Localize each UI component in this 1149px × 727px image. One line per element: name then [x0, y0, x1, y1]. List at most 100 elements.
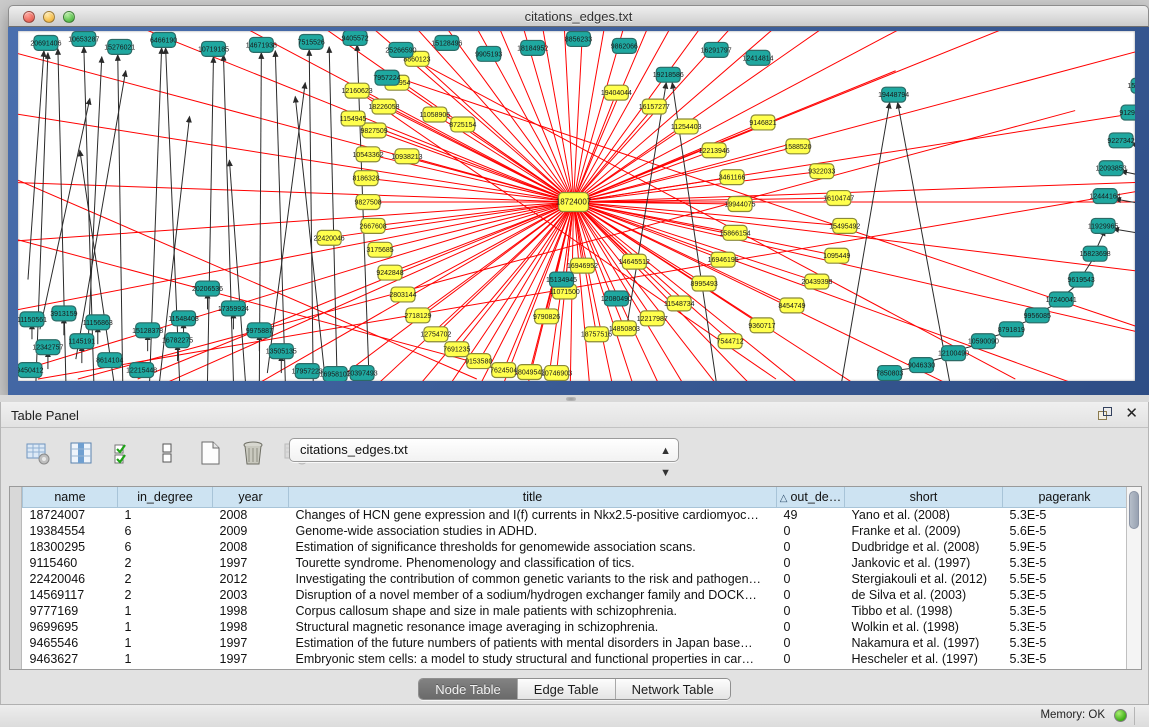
graph-node[interactable]: 9146821	[749, 115, 776, 130]
graph-node[interactable]: 11548408	[168, 311, 199, 326]
graph-node[interactable]: 1588520	[784, 139, 811, 154]
graph-node[interactable]: 12414814	[742, 50, 773, 65]
graph-node[interactable]: 15823698	[1080, 246, 1111, 261]
graph-node[interactable]: 7957224	[373, 70, 400, 85]
graph-node[interactable]: 8791819	[998, 322, 1025, 337]
splitter-grip-icon[interactable]	[566, 397, 576, 401]
column-header-in-degree[interactable]: in_degree	[118, 487, 213, 507]
graph-node[interactable]: 8856233	[565, 31, 592, 46]
graph-node[interactable]: 11058906	[420, 107, 451, 122]
graph-node[interactable]: 1145191	[68, 334, 95, 349]
graph-node[interactable]: 17957223	[292, 364, 323, 379]
column-header-title[interactable]: title	[289, 487, 777, 507]
graph-node[interactable]: 11156863	[83, 315, 113, 330]
table-row[interactable]: 946362711997Embryonic stem cells: a mode…	[23, 651, 1127, 667]
table-row[interactable]: 969969511998Structural magnetic resonanc…	[23, 619, 1127, 635]
graph-node[interactable]: 13505135	[266, 344, 297, 359]
graph-node[interactable]: 18724007	[556, 193, 592, 212]
graph-node[interactable]: 19404044	[601, 85, 632, 100]
graph-node[interactable]: 9129966	[1119, 105, 1135, 120]
graph-node[interactable]: 20691406	[30, 35, 61, 50]
tab-network-table[interactable]: Network Table	[615, 679, 730, 699]
graph-node[interactable]: 16157277	[639, 99, 670, 114]
graph-node[interactable]: 7850803	[876, 366, 903, 381]
graph-node[interactable]: 9360717	[748, 318, 775, 333]
table-settings-icon[interactable]	[23, 438, 53, 468]
column-header-year[interactable]: year	[213, 487, 289, 507]
graph-node[interactable]: 16104747	[823, 191, 854, 206]
graph-node[interactable]: 3461166	[719, 170, 746, 185]
graph-node[interactable]: 15128378	[132, 323, 163, 338]
graph-node[interactable]: 12213946	[699, 143, 730, 158]
graph-node[interactable]: 16946195	[708, 252, 739, 267]
graph-node[interactable]: 10590090	[968, 334, 999, 349]
memory-ok-indicator[interactable]	[1114, 709, 1127, 722]
graph-node[interactable]: 19448794	[878, 87, 909, 102]
graph-node[interactable]: 17240041	[1046, 292, 1077, 307]
graph-node[interactable]: 12444164	[1090, 189, 1121, 204]
table-row[interactable]: 1456911722003Disruption of a novel membe…	[23, 587, 1127, 603]
network-canvas[interactable]: 8860123891295418226058982750910543362818…	[18, 31, 1135, 381]
graph-node[interactable]: 9405572	[342, 31, 369, 45]
graph-node[interactable]: 16946952	[567, 258, 598, 273]
graph-node[interactable]: 12217987	[637, 311, 668, 326]
new-table-icon[interactable]	[195, 438, 225, 468]
graph-node[interactable]: 10543362	[353, 147, 384, 162]
graph-node[interactable]: 3175685	[366, 242, 393, 257]
graph-node[interactable]: 17359924	[218, 301, 249, 316]
graph-node[interactable]: 18184952	[517, 40, 548, 55]
graph-node[interactable]: 2803144	[389, 287, 416, 302]
graph-node[interactable]: 20439398	[801, 274, 832, 289]
graph-node[interactable]: 9450412	[18, 363, 44, 378]
graph-node[interactable]: 9905193	[475, 46, 502, 61]
table-row[interactable]: 977716911998Corpus callosum shape and si…	[23, 603, 1127, 619]
column-select-icon[interactable]	[66, 438, 96, 468]
graph-node[interactable]: 9046330	[908, 358, 935, 373]
table-row[interactable]: 946554611997Estimation of the future num…	[23, 635, 1127, 651]
graph-node[interactable]: 11150561	[18, 312, 47, 327]
graph-node[interactable]: 15866154	[720, 225, 751, 240]
graph-node[interactable]: 20206536	[192, 281, 223, 296]
column-header-short[interactable]: short	[845, 487, 1003, 507]
graph-node[interactable]: 8454749	[778, 298, 805, 313]
graph-node[interactable]: 9975887	[246, 323, 273, 338]
graph-node[interactable]: 14645512	[619, 254, 650, 269]
graph-node[interactable]: 10653287	[68, 31, 99, 46]
table-row[interactable]: 1938455462009Genome-wide association stu…	[23, 523, 1127, 539]
graph-node[interactable]: 9322033	[808, 164, 835, 179]
graph-node[interactable]: 15276021	[104, 39, 135, 54]
panel-splitter[interactable]	[0, 395, 1149, 402]
graph-node[interactable]: 8995493	[691, 276, 718, 291]
graph-node[interactable]: 7515526	[298, 34, 325, 49]
graph-node[interactable]: 11548734	[664, 296, 695, 311]
graph-node[interactable]: 22420046	[314, 230, 345, 245]
table-row[interactable]: 2242004622012Investigating the contribut…	[23, 571, 1127, 587]
table-row[interactable]: 911546021997Tourette syndrome. Phenomeno…	[23, 555, 1127, 571]
graph-node[interactable]: 10719185	[198, 41, 229, 56]
graph-node[interactable]: 15495492	[829, 218, 860, 233]
graph-node[interactable]: 9242848	[376, 265, 403, 280]
table-selector-dropdown[interactable]: citations_edges.txt ▲▼	[289, 438, 679, 462]
graph-node[interactable]: 16291797	[701, 42, 732, 57]
graph-node[interactable]: 16782275	[162, 333, 193, 348]
graph-node[interactable]: 12093853	[1096, 161, 1127, 176]
graph-node[interactable]: 1154945	[340, 111, 367, 126]
graph-node[interactable]: 9862066	[611, 38, 638, 53]
graph-node[interactable]: 9827508	[354, 195, 381, 210]
column-header-name[interactable]: name	[23, 487, 118, 507]
graph-node[interactable]: 9827509	[360, 123, 387, 138]
graph-node[interactable]: 11929965	[1088, 218, 1119, 233]
float-panel-icon[interactable]	[1097, 406, 1113, 422]
graph-node[interactable]: 9153580	[465, 354, 492, 369]
graph-node[interactable]: 19218586	[653, 67, 684, 82]
table-row[interactable]: 1872400712008Changes of HCN gene express…	[23, 507, 1127, 523]
rows-icon[interactable]	[152, 438, 182, 468]
graph-node[interactable]: 7544712	[716, 334, 743, 349]
citation-network-graph[interactable]: 8860123891295418226058982750910543362818…	[18, 31, 1135, 381]
graph-node[interactable]: 9790826	[533, 309, 560, 324]
graph-node[interactable]: 15134945	[546, 272, 577, 287]
graph-node[interactable]: 25266590	[385, 42, 416, 57]
graph-node[interactable]: 12160623	[342, 83, 373, 98]
graph-node[interactable]: 18757516	[581, 327, 612, 342]
delete-icon[interactable]	[238, 438, 268, 468]
